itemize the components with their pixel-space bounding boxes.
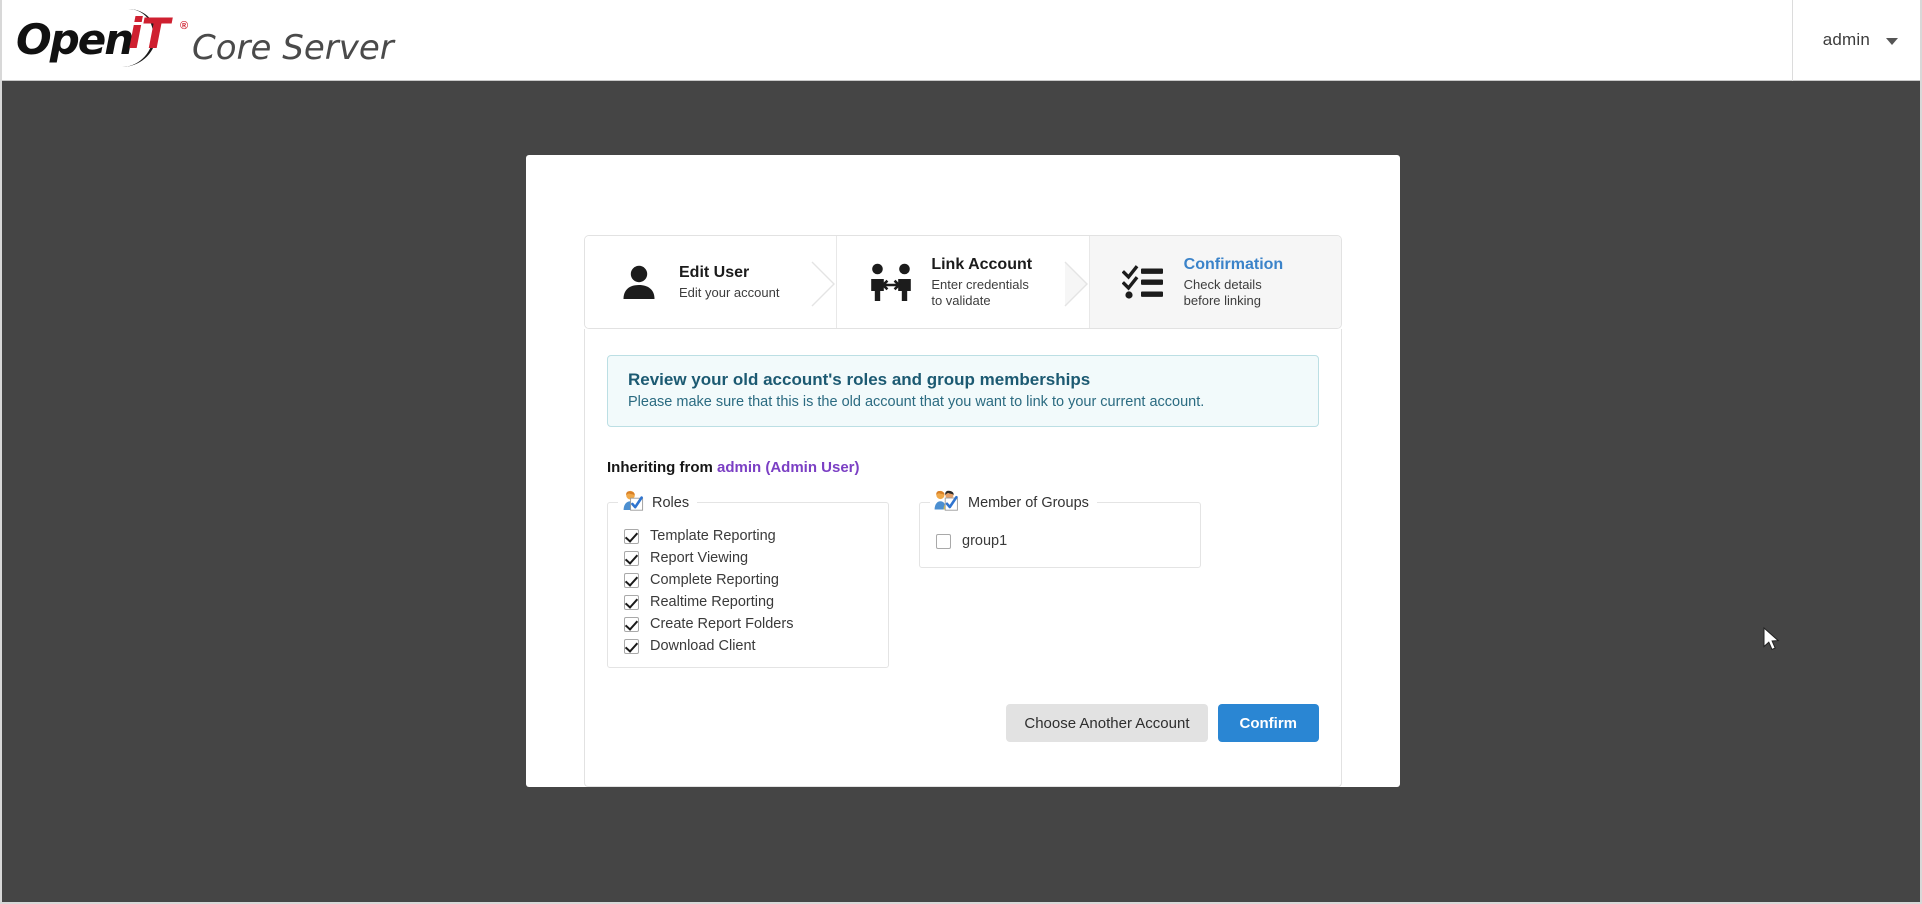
groups-list-item[interactable]: group1 (920, 529, 1200, 553)
groups-list: group1 (920, 519, 1200, 557)
roles-list-item[interactable]: Report Viewing (608, 547, 888, 569)
roles-column: Roles Template Reporting Report Viewing (607, 490, 889, 668)
choose-another-account-button[interactable]: Choose Another Account (1006, 704, 1208, 742)
user-menu[interactable]: admin (1791, 0, 1920, 81)
step-separator-arrow-icon (811, 261, 837, 307)
roles-list-item[interactable]: Complete Reporting (608, 569, 888, 591)
inherited-account-link[interactable]: admin (Admin User) (717, 459, 860, 476)
openit-logo: Open iT ® (16, 9, 189, 67)
review-alert-title: Review your old account's roles and grou… (628, 370, 1091, 389)
inheriting-from: Inheriting from admin (Admin User) (607, 459, 1319, 476)
roles-list: Template Reporting Report Viewing Comple… (608, 519, 888, 657)
role-checkbox-realtime-reporting[interactable] (624, 594, 639, 610)
groups-legend: Member of Groups (930, 490, 1097, 515)
wizard-step-edit-user-subtitle: Edit your account (679, 284, 780, 300)
role-label: Create Report Folders (650, 616, 794, 632)
wizard-step-edit-user[interactable]: Edit User Edit your account (585, 236, 837, 328)
roles-list-item[interactable]: Template Reporting (608, 525, 888, 547)
wizard-step-link-account-subtitle-line1: Enter credentials (931, 276, 1029, 292)
role-label: Report Viewing (650, 550, 749, 566)
logo-registered-mark: ® (180, 20, 189, 32)
groups-fieldset: Member of Groups group1 (919, 490, 1201, 568)
wizard-step-confirmation-subtitle-line2: before linking (1183, 293, 1261, 308)
role-label: Template Reporting (650, 528, 776, 544)
browser-viewport: Open iT ® Core Server admin Edit User Ed… (0, 0, 1922, 904)
user-check-icon (622, 490, 644, 515)
wizard-card: Edit User Edit your account Link Account… (526, 155, 1400, 787)
logo-text-it: iT (128, 9, 170, 58)
roles-legend: Roles (618, 490, 697, 515)
role-checkbox-download-client[interactable] (624, 638, 639, 654)
inheriting-from-label: Inheriting from (607, 459, 717, 476)
permissions-columns: Roles Template Reporting Report Viewing (607, 490, 1319, 668)
app-header: Open iT ® Core Server admin (2, 0, 1920, 81)
wizard-step-edit-user-text: Edit User Edit your account (679, 263, 779, 301)
product-title: Core Server (192, 28, 394, 68)
wizard-step-confirmation[interactable]: Confirmation Check details before linkin… (1088, 236, 1341, 328)
role-label: Complete Reporting (650, 572, 779, 588)
role-checkbox-complete-reporting[interactable] (624, 572, 639, 588)
wizard-step-confirmation-title: Confirmation (1183, 255, 1284, 273)
role-checkbox-template-reporting[interactable] (624, 528, 639, 544)
roles-list-item[interactable]: Create Report Folders (608, 613, 888, 635)
wizard-step-edit-user-title: Edit User (679, 263, 750, 281)
wizard-step-link-account-text: Link Account Enter credentials to valida… (931, 255, 1032, 310)
roles-list-item[interactable]: Download Client (608, 635, 888, 657)
link-accounts-icon (867, 258, 915, 306)
action-buttons: Choose Another Account Confirm (607, 704, 1319, 742)
user-icon (615, 258, 663, 306)
groups-column: Member of Groups group1 (919, 490, 1201, 568)
wizard-steps: Edit User Edit your account Link Account… (584, 235, 1342, 329)
role-label: Download Client (650, 638, 756, 654)
user-menu-label: admin (1822, 30, 1870, 49)
role-checkbox-create-report-folders[interactable] (624, 616, 639, 632)
wizard-step-link-account-title: Link Account (931, 255, 1033, 273)
confirmation-panel: Review your old account's roles and grou… (584, 329, 1342, 787)
step-separator-arrow-icon (1064, 261, 1090, 307)
roles-list-item[interactable]: Realtime Reporting (608, 591, 888, 613)
group-label: group1 (962, 533, 1008, 549)
wizard-step-confirmation-text: Confirmation Check details before linkin… (1184, 255, 1284, 310)
confirm-button[interactable]: Confirm (1217, 704, 1319, 742)
roles-fieldset: Roles Template Reporting Report Viewing (607, 490, 889, 668)
groups-legend-label: Member of Groups (968, 494, 1089, 511)
review-alert: Review your old account's roles and grou… (607, 355, 1319, 427)
wizard-step-link-account-subtitle-line2: to validate (931, 293, 991, 308)
wizard-step-link-account[interactable]: Link Account Enter credentials to valida… (836, 236, 1090, 328)
roles-legend-label: Roles (652, 494, 690, 511)
role-checkbox-report-viewing[interactable] (624, 550, 639, 566)
role-label: Realtime Reporting (650, 594, 775, 610)
mouse-cursor (1763, 626, 1783, 658)
brand[interactable]: Open iT ® Core Server (16, 9, 394, 71)
review-alert-text: Please make sure that this is the old ac… (628, 394, 1205, 410)
group-checkbox-group1[interactable] (936, 533, 951, 549)
page-body: Edit User Edit your account Link Account… (2, 81, 1920, 902)
wizard-step-confirmation-subtitle-line1: Check details (1183, 276, 1262, 292)
chevron-down-icon (1886, 38, 1898, 45)
group-check-icon (934, 490, 960, 515)
checklist-icon (1120, 258, 1168, 306)
